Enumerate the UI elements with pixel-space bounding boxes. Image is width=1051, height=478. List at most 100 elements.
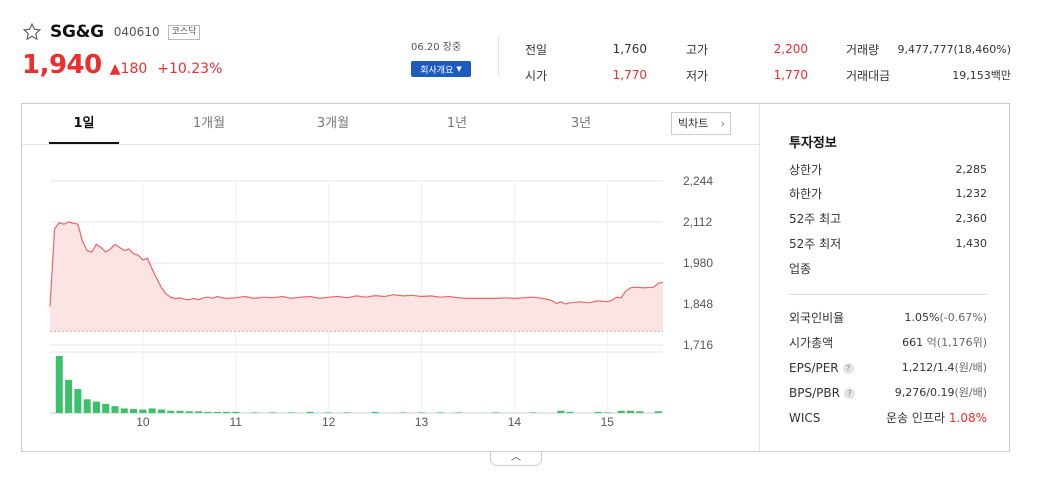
star-icon[interactable] bbox=[22, 22, 42, 42]
market-badge: 코스닥 bbox=[167, 24, 201, 40]
volume-bar bbox=[594, 411, 602, 413]
bps-pbr-value: 9,276/0.19 bbox=[894, 386, 955, 399]
upper-limit-label: 상한가 bbox=[789, 163, 823, 177]
quote-col-2: 고가 2,200 저가 1,770 bbox=[686, 36, 808, 88]
amount-value: 19,153백만 bbox=[952, 69, 1011, 82]
lower-limit-label: 하한가 bbox=[789, 187, 823, 201]
market-cap-row: 시가총액 661 억(1,176위) bbox=[789, 334, 987, 352]
upper-limit-row: 상한가 2,285 bbox=[789, 161, 987, 179]
big-chart-label: 빅차트 bbox=[678, 117, 709, 130]
eps-per-label: EPS/PER bbox=[789, 361, 839, 375]
y-tick-label: 2,112 bbox=[683, 215, 712, 229]
tab-3year[interactable]: 3년 bbox=[546, 104, 616, 144]
market-cap-unit: 억 bbox=[926, 336, 937, 349]
volume-bar bbox=[120, 408, 128, 413]
volume-bar bbox=[83, 399, 91, 413]
volume-bar bbox=[492, 412, 500, 413]
big-chart-button[interactable]: 빅차트 › bbox=[671, 112, 731, 135]
volume-bar bbox=[148, 408, 156, 413]
volume-bar bbox=[626, 410, 634, 413]
volume-bar bbox=[269, 412, 277, 413]
volume-bar bbox=[399, 412, 407, 413]
open-label: 시가 bbox=[525, 68, 548, 83]
lower-limit-row: 하한가 1,232 bbox=[789, 185, 987, 203]
volume-bar bbox=[617, 410, 625, 413]
investment-info: 투자정보 상한가 2,285 하한가 1,232 52주 최고 2,360 52… bbox=[759, 104, 1009, 451]
volume-bar bbox=[250, 412, 258, 413]
volume-bar bbox=[287, 412, 295, 413]
help-icon[interactable]: ? bbox=[842, 363, 854, 374]
volume-bar bbox=[436, 412, 444, 413]
bps-pbr-unit: (원/배) bbox=[954, 386, 987, 399]
price-change-pct: +10.23% bbox=[157, 61, 223, 77]
market-cap-label: 시가총액 bbox=[789, 336, 834, 350]
lower-limit-value: 1,232 bbox=[955, 187, 988, 200]
volume-bar bbox=[371, 411, 379, 413]
bps-pbr-row: BPS/PBR? 9,276/0.19(원/배) bbox=[789, 384, 987, 402]
volume-bar bbox=[636, 411, 644, 413]
volume-bar bbox=[176, 410, 184, 413]
foreign-ratio-value: 1.05% bbox=[904, 311, 940, 324]
wics-sector[interactable]: 운송 인프라 bbox=[886, 411, 945, 425]
up-arrow-icon: ▲ bbox=[109, 61, 121, 77]
quote-col-3: 거래량 9,477,777(18,460%) 거래대금 19,153백만 bbox=[846, 36, 1011, 88]
prev-close-label: 전일 bbox=[525, 42, 548, 57]
tab-1month[interactable]: 1개월 bbox=[174, 104, 244, 144]
volume-bar bbox=[232, 411, 240, 413]
sector-label: 업종 bbox=[789, 262, 812, 276]
tab-1year[interactable]: 1년 bbox=[422, 104, 492, 144]
low-label: 저가 bbox=[686, 68, 709, 83]
x-tick-label: 14 bbox=[508, 415, 522, 429]
wics-label: WICS bbox=[789, 411, 821, 425]
price-change: ▲180 bbox=[110, 61, 148, 77]
market-status: 06.20 장중 bbox=[411, 42, 462, 53]
quote-col-1: 전일 1,760 시가 1,770 bbox=[525, 36, 647, 88]
x-tick-label: 12 bbox=[322, 415, 336, 429]
price-area bbox=[50, 222, 663, 332]
tab-3month[interactable]: 3개월 bbox=[298, 104, 368, 144]
foreign-ratio-change: (-0.67%) bbox=[939, 311, 988, 324]
help-icon[interactable]: ? bbox=[843, 388, 855, 399]
collapse-button[interactable]: ︿ bbox=[490, 452, 542, 466]
volume-bar bbox=[566, 411, 574, 413]
volume-bar bbox=[92, 401, 100, 413]
x-tick-label: 11 bbox=[230, 415, 243, 429]
chevron-right-icon: › bbox=[720, 117, 725, 130]
stock-name: SG&G bbox=[50, 22, 104, 42]
low52-label: 52주 최저 bbox=[789, 237, 842, 251]
volume-bar bbox=[306, 411, 314, 413]
eps-per-value: 1,212/1.4 bbox=[901, 361, 955, 374]
wics-change: 1.08% bbox=[948, 411, 987, 425]
upper-limit-value: 2,285 bbox=[955, 163, 988, 176]
x-tick-label: 10 bbox=[136, 415, 150, 429]
company-overview-label: 회사개요 bbox=[420, 65, 454, 76]
volume-bar bbox=[654, 411, 662, 413]
company-overview-button[interactable]: 회사개요 ▼ bbox=[411, 61, 471, 77]
sector-row: 업종 bbox=[789, 260, 987, 278]
y-tick-label: 1,716 bbox=[683, 338, 713, 352]
high-value: 2,200 bbox=[773, 42, 808, 56]
header-divider bbox=[498, 36, 499, 76]
eps-per-row: EPS/PER? 1,212/1.4(원/배) bbox=[789, 359, 987, 377]
tab-1day[interactable]: 1일 bbox=[49, 104, 119, 144]
chart-panel: 1일 1개월 3개월 1년 3년 빅차트 › 2,244 2,112 1,980 1,… bbox=[21, 103, 1010, 452]
high52-value: 2,360 bbox=[955, 212, 988, 225]
info-divider bbox=[789, 294, 987, 295]
info-title: 투자정보 bbox=[789, 136, 837, 151]
volume-bar bbox=[167, 410, 175, 413]
eps-per-unit: (원/배) bbox=[954, 361, 987, 374]
volume-bar bbox=[102, 403, 110, 413]
price-change-value: 180 bbox=[120, 61, 148, 77]
market-cap-rank: (1,176위) bbox=[936, 336, 987, 349]
open-value: 1,770 bbox=[612, 68, 647, 82]
low52-row: 52주 최저 1,430 bbox=[789, 235, 987, 253]
current-price: 1,940 bbox=[22, 50, 102, 80]
low-value: 1,770 bbox=[773, 68, 808, 82]
volume-bar bbox=[557, 410, 565, 413]
price-chart[interactable]: 2,244 2,112 1,980 1,848 1,716 10 11 12 13 14 15 bbox=[22, 145, 759, 451]
volume-bar bbox=[157, 409, 165, 413]
high52-label: 52주 최고 bbox=[789, 212, 842, 226]
volume-bar bbox=[130, 409, 138, 413]
high52-row: 52주 최고 2,360 bbox=[789, 210, 987, 228]
volume-bar bbox=[111, 406, 119, 413]
